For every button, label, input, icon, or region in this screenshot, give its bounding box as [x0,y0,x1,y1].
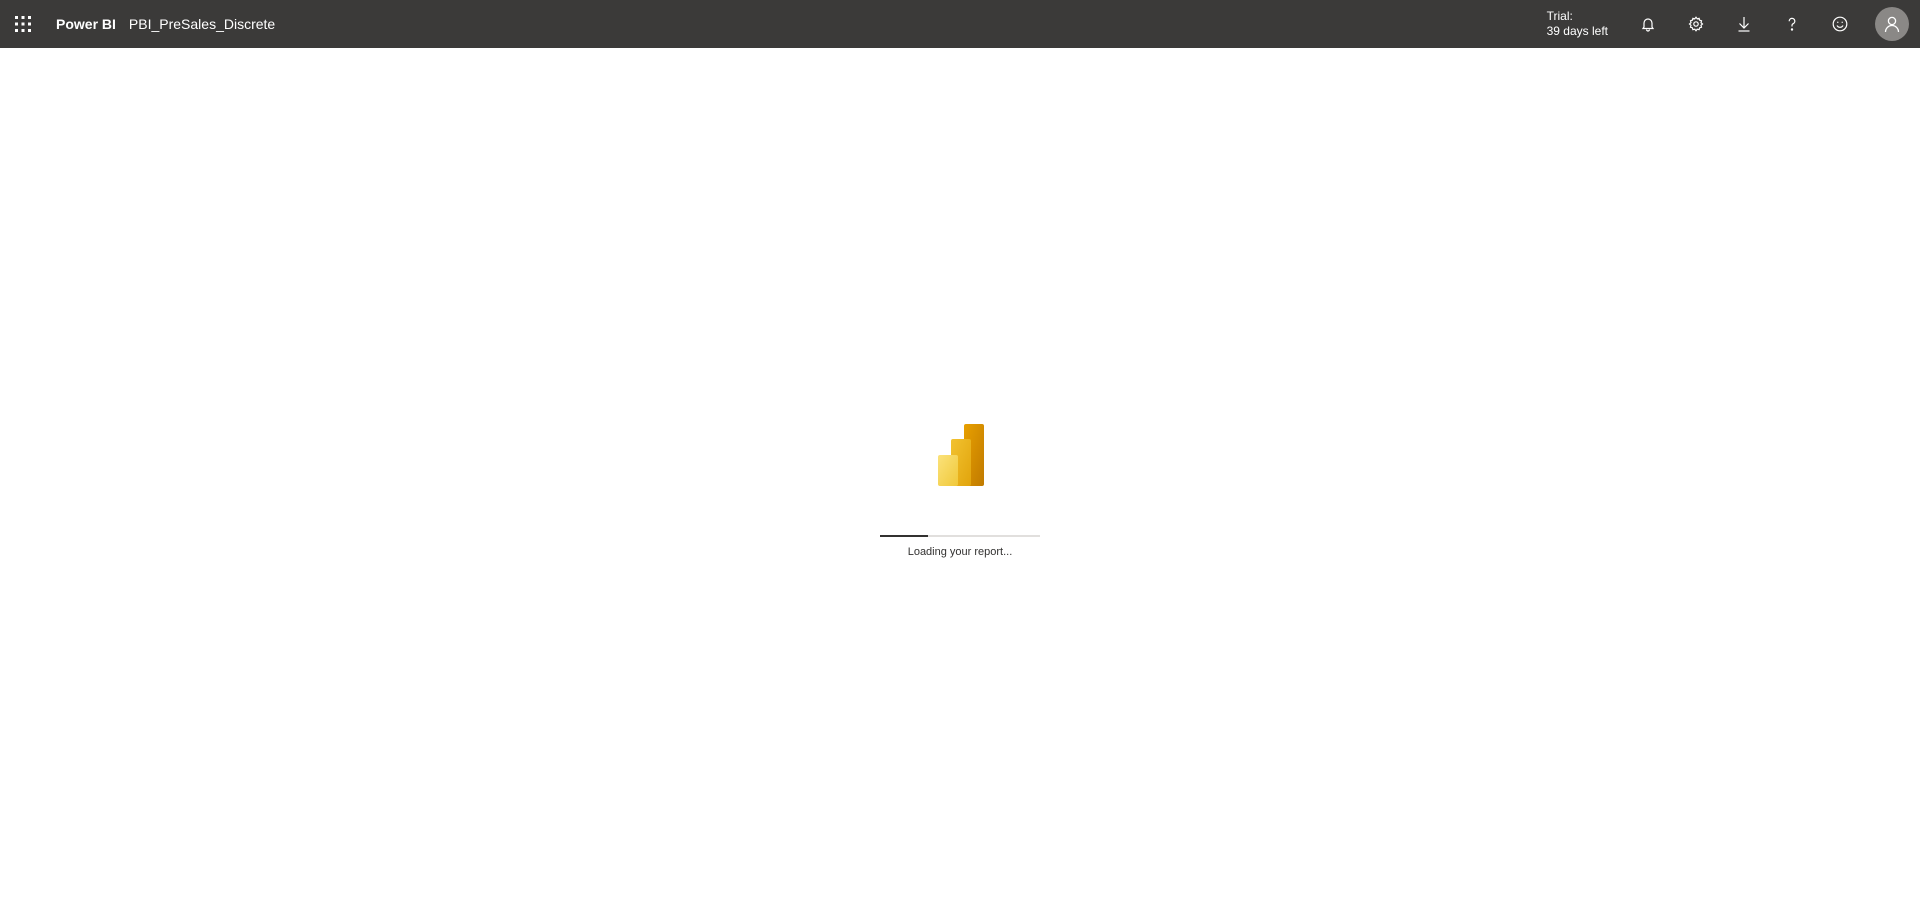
help-icon [1788,17,1796,31]
loading-progress-bar [880,535,928,537]
user-icon [1884,16,1900,33]
loading-progress-track [880,535,1040,537]
loading-message: Loading your report... [907,546,1013,558]
brand-link[interactable]: Power BI [56,16,116,32]
top-bar: Power BI PBI_PreSales_Discrete Trial: 39… [0,0,1920,48]
gear-icon [1688,16,1704,32]
download-button[interactable] [1720,0,1768,48]
notifications-button[interactable] [1624,0,1672,48]
app-launcher-icon [15,16,31,32]
help-button[interactable] [1768,0,1816,48]
trial-days-left: 39 days left [1546,24,1608,38]
account-manager-button[interactable] [1864,0,1920,48]
trial-label: Trial: [1546,9,1573,23]
download-icon [1738,17,1750,32]
settings-button[interactable] [1672,0,1720,48]
avatar [1875,7,1909,41]
smiley-icon [1832,16,1848,32]
bell-icon [1641,18,1655,32]
power-bi-logo [938,424,984,486]
feedback-button[interactable] [1816,0,1864,48]
report-title[interactable]: PBI_PreSales_Discrete [129,16,275,32]
trial-status[interactable]: Trial: 39 days left [1547,9,1608,39]
app-launcher-button[interactable] [0,0,46,48]
